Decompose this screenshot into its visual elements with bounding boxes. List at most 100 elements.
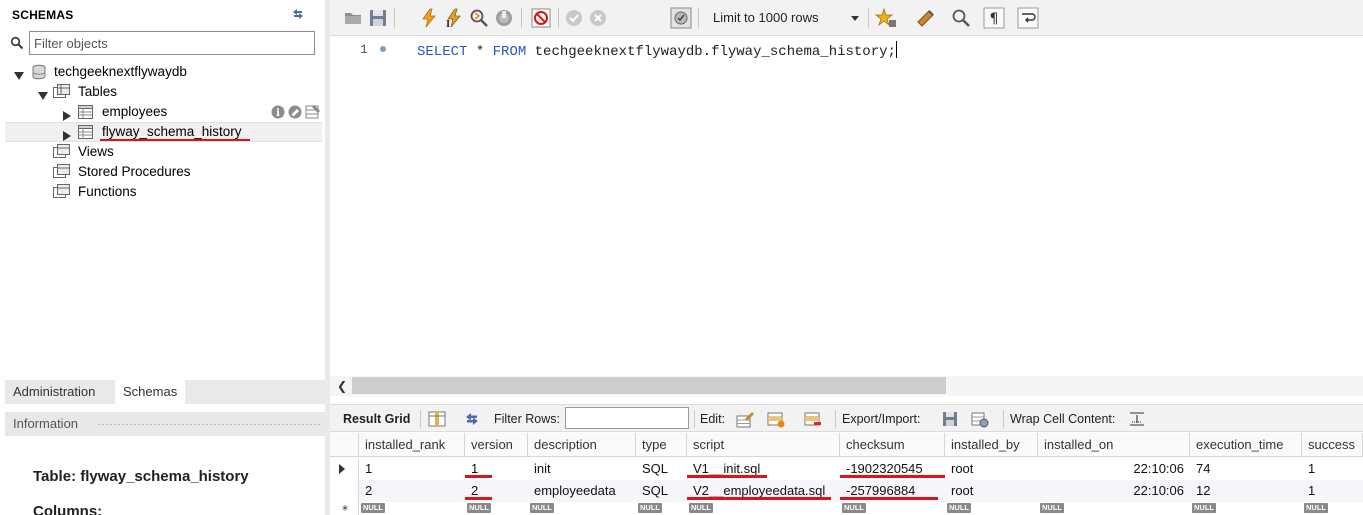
- column-header-type[interactable]: type: [636, 433, 687, 457]
- views-label: Views: [78, 144, 114, 159]
- table-cell[interactable]: init: [528, 458, 636, 480]
- row-marker[interactable]: [330, 480, 359, 502]
- tree-functions[interactable]: Functions: [0, 182, 325, 202]
- edit-row-icon[interactable]: [736, 410, 754, 428]
- autocommit-toggle-icon[interactable]: [670, 7, 692, 29]
- commit-icon[interactable]: [563, 7, 585, 29]
- stop-icon[interactable]: [493, 7, 515, 29]
- navigator-panel: SCHEMAS techgeeknextflywaydb Tables: [0, 0, 325, 515]
- table-cell[interactable]: SQL: [636, 458, 687, 480]
- column-header-version[interactable]: version: [465, 433, 528, 457]
- folder-tables-icon: [53, 84, 70, 100]
- beautify-icon[interactable]: [915, 7, 937, 29]
- tree-views[interactable]: Views: [0, 142, 325, 162]
- svg-text:I: I: [1135, 413, 1138, 426]
- collapsed-arrow-icon[interactable]: [62, 127, 72, 141]
- delete-row-icon[interactable]: [804, 410, 822, 428]
- refresh-rows-icon[interactable]: [463, 410, 481, 428]
- table-cell[interactable]: 1: [359, 458, 465, 480]
- table-cell[interactable]: 2: [359, 480, 465, 502]
- execute-icon[interactable]: [418, 7, 440, 29]
- insert-row-icon[interactable]: [767, 410, 785, 428]
- sql-statement[interactable]: SELECT * FROM techgeeknextflywaydb.flywa…: [417, 41, 897, 60]
- filter-rows-input[interactable]: [565, 407, 689, 429]
- table-cell[interactable]: 22:10:06: [1038, 458, 1190, 480]
- table-cell[interactable]: 12: [1190, 480, 1302, 502]
- null-badge: NULL: [689, 503, 713, 513]
- null-badge: NULL: [638, 503, 662, 513]
- tab-administration[interactable]: Administration: [5, 380, 103, 404]
- expand-arrow-icon[interactable]: [38, 87, 48, 100]
- table-cell[interactable]: SQL: [636, 480, 687, 502]
- table-cell[interactable]: 22:10:06: [1038, 480, 1190, 502]
- annotation-underline: [687, 475, 767, 478]
- search-icon: [10, 36, 24, 50]
- grid-layout-icon[interactable]: [428, 410, 446, 428]
- folder-procedures-icon: [53, 164, 70, 180]
- column-header-installed-on[interactable]: installed_on: [1038, 433, 1190, 457]
- column-header-checksum[interactable]: checksum: [840, 433, 945, 457]
- wrap-cell-icon[interactable]: I: [1128, 410, 1146, 428]
- result-grid[interactable]: installed_rank version description type …: [330, 433, 1363, 515]
- annotation-underline: [840, 497, 938, 500]
- statement-marker-icon: [380, 46, 386, 52]
- null-badge: NULL: [361, 503, 385, 513]
- current-row-marker[interactable]: [330, 458, 359, 480]
- column-header-installed-by[interactable]: installed_by: [945, 433, 1038, 457]
- limit-rows-select[interactable]: Limit to 1000 rows: [705, 7, 865, 29]
- sql-keyword-select: SELECT: [417, 44, 468, 60]
- new-row-marker[interactable]: *: [330, 502, 359, 515]
- table-cell[interactable]: 1: [1302, 480, 1363, 502]
- drag-handle[interactable]: [97, 423, 321, 426]
- table-cell[interactable]: root: [945, 480, 1038, 502]
- tree-stored-procedures[interactable]: Stored Procedures: [0, 162, 325, 182]
- table-cell[interactable]: root: [945, 458, 1038, 480]
- export-import-label: Export/Import:: [842, 412, 921, 426]
- result-grid-tab[interactable]: Result Grid: [343, 412, 410, 426]
- table-cell[interactable]: 74: [1190, 458, 1302, 480]
- svg-text:i: i: [276, 108, 280, 119]
- column-header-success[interactable]: success: [1302, 433, 1363, 457]
- column-header-script[interactable]: script: [687, 433, 840, 457]
- tree-tables[interactable]: Tables: [0, 82, 325, 102]
- open-file-icon[interactable]: [342, 7, 364, 29]
- annotation-underline: [465, 497, 492, 500]
- save-icon[interactable]: [367, 7, 389, 29]
- info-columns-title: Columns:: [33, 503, 103, 515]
- scroll-left-icon[interactable]: ❮: [337, 379, 347, 393]
- column-header-description[interactable]: description: [528, 433, 636, 457]
- toggle-continue-on-error-icon[interactable]: [530, 7, 552, 29]
- schemas-header: SCHEMAS: [0, 0, 325, 30]
- rollback-icon[interactable]: [587, 7, 609, 29]
- information-label: Information: [13, 416, 79, 431]
- info-table-title: Table: flyway_schema_history: [33, 468, 249, 485]
- scrollbar-thumb[interactable]: [352, 377, 946, 394]
- tab-schemas[interactable]: Schemas: [115, 380, 186, 404]
- table-cell[interactable]: employeedata: [528, 480, 636, 502]
- sql-editor-toolbar: I Limit to 1000 rows ¶: [330, 0, 1363, 36]
- table-cell[interactable]: 1: [1302, 458, 1363, 480]
- wrap-lines-icon[interactable]: [1017, 7, 1039, 29]
- import-icon[interactable]: [971, 410, 989, 428]
- add-snippet-icon[interactable]: [874, 7, 897, 29]
- expand-arrow-icon[interactable]: [14, 67, 24, 80]
- column-header-installed-rank[interactable]: installed_rank: [359, 433, 465, 457]
- null-badge: NULL: [1040, 503, 1064, 513]
- editor-horizontal-scrollbar[interactable]: ❮: [330, 376, 1363, 396]
- schema-name: techgeeknextflywaydb: [54, 64, 187, 79]
- tree-schema-techgeeknextflywaydb[interactable]: techgeeknextflywaydb: [0, 62, 325, 82]
- filter-objects-input[interactable]: [29, 31, 315, 55]
- invisible-chars-icon[interactable]: ¶: [983, 7, 1005, 29]
- refresh-icon[interactable]: [290, 6, 306, 22]
- collapsed-arrow-icon[interactable]: [62, 107, 72, 121]
- dropdown-caret-icon: [851, 16, 859, 21]
- sql-editor[interactable]: 1 SELECT * FROM techgeeknextflywaydb.fly…: [330, 36, 1363, 376]
- null-badge: NULL: [842, 503, 866, 513]
- database-icon: [31, 64, 47, 80]
- explain-icon[interactable]: [468, 7, 490, 29]
- export-icon[interactable]: [941, 410, 959, 428]
- find-icon[interactable]: [950, 7, 972, 29]
- execute-current-icon[interactable]: I: [443, 7, 465, 30]
- column-header-execution-time[interactable]: execution_time: [1190, 433, 1302, 457]
- navigator-tabs: Administration Schemas: [5, 380, 325, 404]
